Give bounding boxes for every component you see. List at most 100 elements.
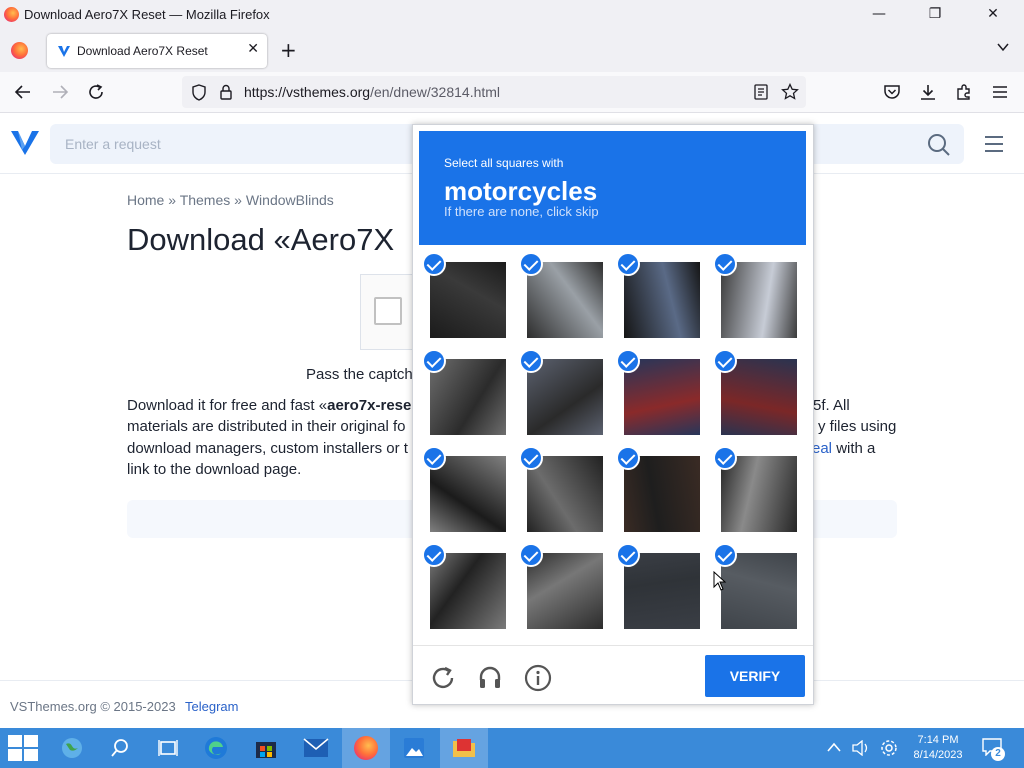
url-text: https://vsthemes.org/en/dnew/32814.html <box>244 84 501 100</box>
taskbar-edge[interactable] <box>192 728 240 768</box>
windows-taskbar: 7:14 PM 8/14/2023 2 <box>0 728 1024 768</box>
chevron-up-icon[interactable] <box>827 742 841 752</box>
tile-selected-check-icon <box>616 543 640 567</box>
reader-view-icon[interactable] <box>754 84 768 100</box>
taskbar-file-explorer[interactable] <box>440 728 488 768</box>
captcha-challenge-dialog: Select all squares with motorcycles If t… <box>412 124 814 705</box>
tab-download-aero7x[interactable]: Download Aero7X Reset ✕ <box>47 34 267 68</box>
audio-challenge-icon[interactable] <box>477 664 503 690</box>
info-icon[interactable] <box>524 664 552 692</box>
body-line-1-right: 5f. All <box>813 397 850 414</box>
vsthemes-logo-icon[interactable] <box>10 128 40 156</box>
body-line-3-right: eal with a <box>812 440 876 457</box>
captcha-checkbox[interactable] <box>374 297 402 325</box>
breadcrumb-home[interactable]: Home <box>127 192 164 208</box>
firefox-icon <box>354 736 378 760</box>
taskbar-mail[interactable] <box>292 728 340 768</box>
search-icon[interactable] <box>927 133 951 157</box>
taskbar-photos[interactable] <box>390 728 438 768</box>
pocket-icon[interactable] <box>883 84 901 100</box>
tile-selected-check-icon <box>713 252 737 276</box>
mail-icon <box>303 738 329 757</box>
breadcrumb-themes[interactable]: Themes <box>180 192 231 208</box>
clock-date: 8/14/2023 <box>913 749 963 761</box>
notification-count-badge: 2 <box>991 747 1005 761</box>
taskbar-firefox[interactable] <box>342 728 390 768</box>
lock-icon[interactable] <box>219 84 233 100</box>
gear-icon[interactable] <box>880 739 898 757</box>
taskbar-store[interactable] <box>242 728 290 768</box>
firefox-view-icon[interactable] <box>11 42 28 59</box>
tile-selected-check-icon <box>519 446 543 470</box>
tile-selected-check-icon <box>519 543 543 567</box>
close-tab-icon[interactable]: ✕ <box>247 41 259 57</box>
tile-selected-check-icon <box>713 446 737 470</box>
back-icon[interactable] <box>14 84 32 100</box>
mouse-cursor-icon <box>713 571 727 591</box>
tile-selected-check-icon <box>422 446 446 470</box>
tab-bar: Download Aero7X Reset ✕ + <box>0 30 1024 72</box>
captcha-divider <box>413 645 813 646</box>
reload-icon[interactable] <box>87 83 105 101</box>
chevron-down-icon <box>997 43 1009 52</box>
downloads-icon[interactable] <box>919 83 937 101</box>
navigation-toolbar: https://vsthemes.org/en/dnew/32814.html <box>0 72 1024 113</box>
task-view-icon <box>158 740 178 756</box>
extensions-icon[interactable] <box>955 83 973 101</box>
body-line-3: download managers, custom installers or … <box>127 440 408 457</box>
firefox-icon <box>4 7 19 22</box>
forward-icon[interactable] <box>51 84 69 100</box>
tile-selected-check-icon <box>519 252 543 276</box>
captcha-checkbox-widget[interactable] <box>360 274 420 350</box>
verify-button[interactable]: VERIFY <box>705 655 805 697</box>
tile-selected-check-icon <box>422 252 446 276</box>
minimize-button[interactable]: — <box>856 0 902 30</box>
page-title: Download «Aero7X <box>127 222 395 257</box>
close-window-button[interactable]: ✕ <box>970 0 1016 30</box>
body-line-4: link to the download page. <box>127 461 302 478</box>
captcha-instruction: Select all squares with <box>444 156 564 170</box>
breadcrumb: Home » Themes » WindowBlinds <box>127 192 334 208</box>
tab-label: Download Aero7X Reset <box>77 44 208 58</box>
breadcrumb-windowblinds[interactable]: WindowBlinds <box>246 192 334 208</box>
new-tab-button[interactable]: + <box>280 38 297 62</box>
tile-selected-check-icon <box>616 446 640 470</box>
search-placeholder: Enter a request <box>65 136 161 152</box>
clock[interactable]: 7:14 PM 8/14/2023 <box>908 733 968 763</box>
footer-telegram-link[interactable]: Telegram <box>185 699 238 714</box>
tile-selected-check-icon <box>713 543 737 567</box>
list-all-tabs-button[interactable] <box>996 40 1010 58</box>
volume-icon[interactable] <box>852 740 870 756</box>
deal-link[interactable]: eal <box>812 440 832 457</box>
photos-icon <box>404 738 424 758</box>
action-center-button[interactable]: 2 <box>982 736 1005 761</box>
taskbar-task-view[interactable] <box>144 728 192 768</box>
refresh-icon[interactable] <box>430 665 456 691</box>
restore-button[interactable]: ❐ <box>912 0 958 30</box>
site-menu-icon[interactable] <box>984 135 1004 153</box>
taskbar-app-globe[interactable] <box>48 728 96 768</box>
start-button[interactable] <box>0 728 48 768</box>
tracking-protection-shield-icon[interactable] <box>191 84 207 101</box>
url-bar[interactable]: https://vsthemes.org/en/dnew/32814.html <box>182 76 806 108</box>
tile-selected-check-icon <box>616 349 640 373</box>
clock-time: 7:14 PM <box>917 734 959 746</box>
store-icon <box>256 742 276 758</box>
captcha-hint: If there are none, click skip <box>444 204 599 219</box>
body-line-1: Download it for free and fast «aero7x-re… <box>127 397 412 414</box>
body-line-2: materials are distributed in their origi… <box>127 418 406 435</box>
vsthemes-favicon-icon <box>58 46 70 57</box>
window-titlebar: Download Aero7X Reset — Mozilla Firefox … <box>0 0 1024 30</box>
taskbar-search[interactable] <box>96 728 144 768</box>
tile-selected-check-icon <box>616 252 640 276</box>
body-line-2-right: y files using <box>818 418 897 435</box>
tile-selected-check-icon <box>713 349 737 373</box>
captcha-target: motorcycles <box>444 176 598 206</box>
tile-selected-check-icon <box>519 349 543 373</box>
window-title: Download Aero7X Reset — Mozilla Firefox <box>24 7 270 22</box>
menu-hamburger-icon[interactable] <box>992 85 1008 99</box>
bookmark-star-icon[interactable] <box>781 83 799 101</box>
search-icon <box>111 739 128 757</box>
globe-icon <box>62 738 82 758</box>
captcha-prompt-text: Pass the captch <box>306 366 413 383</box>
